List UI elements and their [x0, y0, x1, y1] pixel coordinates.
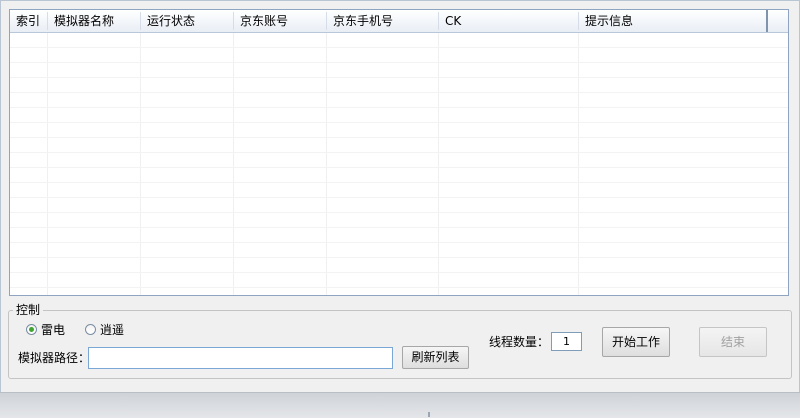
control-group-title: 控制: [13, 302, 44, 318]
grid-line: [10, 107, 788, 108]
emulator-path-input[interactable]: [88, 347, 393, 369]
grid-line: [10, 92, 788, 93]
grid-line: [438, 33, 439, 295]
grid-line: [10, 152, 788, 153]
grid-line: [10, 242, 788, 243]
grid-line: [140, 33, 141, 295]
grid-line: [10, 212, 788, 213]
grid-line: [10, 62, 788, 63]
grid-line: [326, 33, 327, 295]
start-work-button[interactable]: 开始工作: [602, 327, 670, 357]
column-header-jd-phone[interactable]: 京东手机号: [327, 10, 438, 32]
grid-line: [10, 122, 788, 123]
emulator-path-label: 模拟器路径：: [18, 351, 91, 365]
radio-leidian[interactable]: 雷电: [26, 322, 76, 338]
grid-line: [578, 33, 579, 295]
grid-line: [10, 182, 788, 183]
grid-line: [10, 77, 788, 78]
grid-line: [10, 47, 788, 48]
grid-line: [10, 272, 788, 273]
thread-count-label: 线程数量：: [489, 335, 550, 349]
status-bar-divider: [428, 412, 430, 417]
grid-line: [10, 197, 788, 198]
grid-line: [10, 227, 788, 228]
radio-label: 逍遥: [100, 323, 125, 337]
grid-line: [233, 33, 234, 295]
column-header-run-status[interactable]: 运行状态: [141, 10, 233, 32]
radio-xiaoyao[interactable]: 逍遥: [85, 322, 135, 338]
grid-line: [10, 167, 788, 168]
header-end-divider: [766, 10, 768, 32]
thread-count-input[interactable]: [551, 332, 582, 351]
grid-line: [10, 257, 788, 258]
column-header-emulator-name[interactable]: 模拟器名称: [48, 10, 140, 32]
radio-label: 雷电: [41, 323, 66, 337]
column-header-index[interactable]: 索引: [10, 10, 47, 32]
emulator-list[interactable]: 索引 模拟器名称 运行状态 京东账号 京东手机号 CK 提示信息: [9, 9, 789, 296]
grid-line: [47, 33, 48, 295]
grid-line: [10, 137, 788, 138]
column-header-jd-account[interactable]: 京东账号: [234, 10, 326, 32]
refresh-list-button[interactable]: 刷新列表: [402, 346, 469, 369]
radio-checked-icon[interactable]: [26, 324, 37, 335]
status-bar: [0, 392, 800, 418]
list-header: 索引 模拟器名称 运行状态 京东账号 京东手机号 CK 提示信息: [10, 10, 788, 33]
radio-unchecked-icon[interactable]: [85, 324, 96, 335]
column-header-hint[interactable]: 提示信息: [579, 10, 759, 32]
grid-line: [10, 287, 788, 288]
end-button[interactable]: 结束: [699, 327, 767, 357]
column-header-ck[interactable]: CK: [439, 10, 578, 32]
